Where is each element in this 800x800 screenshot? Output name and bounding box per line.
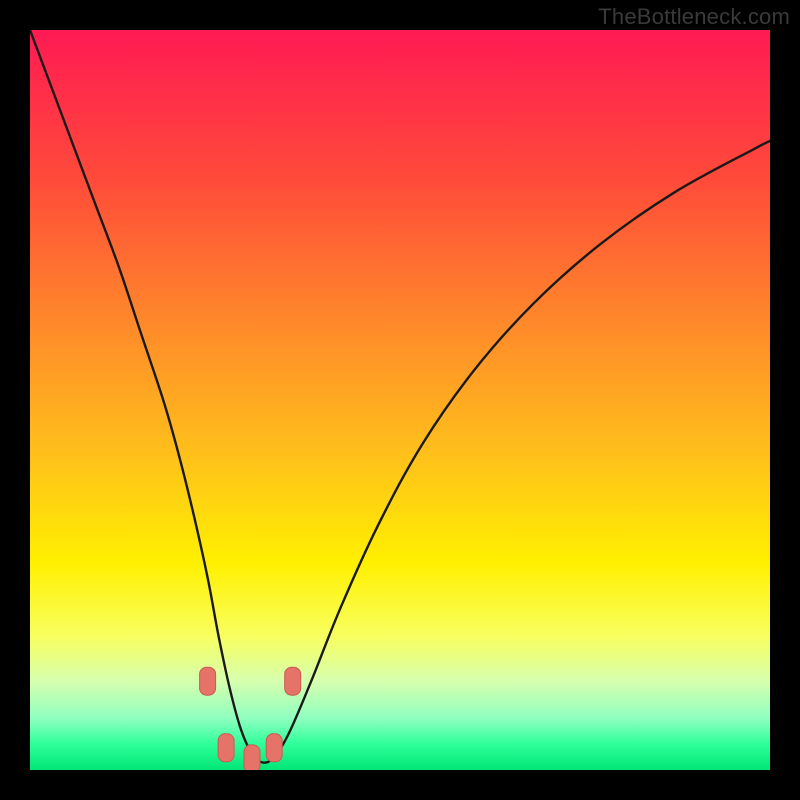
chart-background <box>30 30 770 770</box>
curve-marker <box>218 734 234 762</box>
curve-marker <box>200 667 216 695</box>
chart-frame <box>30 30 770 770</box>
curve-marker <box>266 734 282 762</box>
bottleneck-chart <box>30 30 770 770</box>
watermark-text: TheBottleneck.com <box>598 4 790 30</box>
curve-marker <box>285 667 301 695</box>
curve-marker <box>244 745 260 770</box>
